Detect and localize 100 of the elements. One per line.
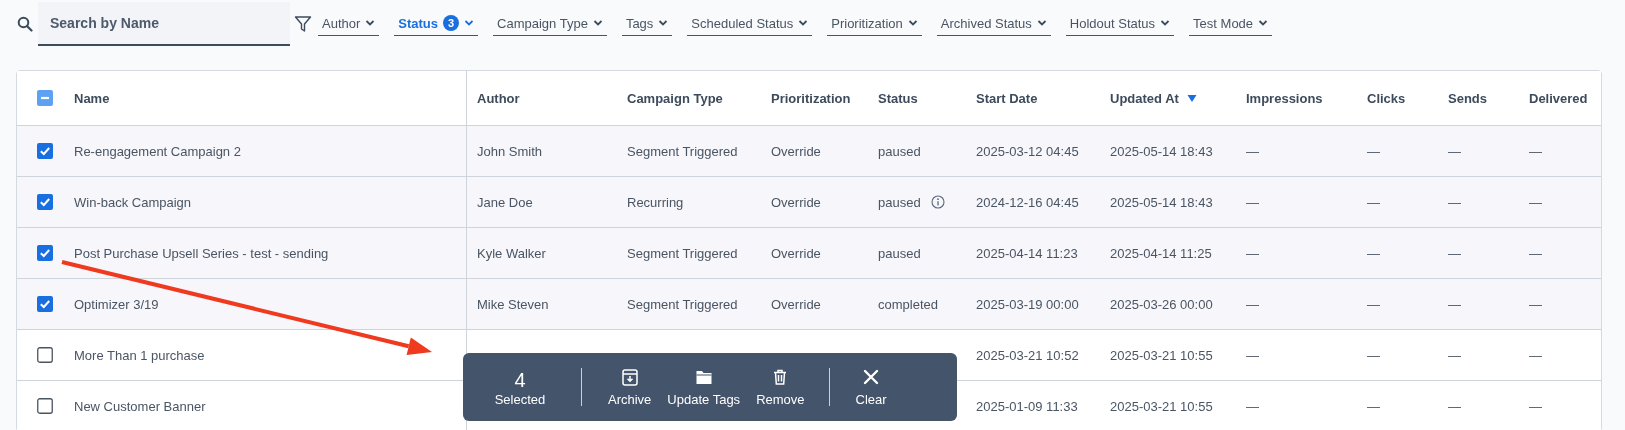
close-icon <box>862 367 881 386</box>
table-cell: 2025-01-09 11:33 <box>976 398 1078 414</box>
table-cell: Segment Triggered <box>627 296 738 312</box>
checkbox[interactable] <box>37 90 53 106</box>
table-cell: — <box>1246 347 1259 363</box>
campaign-name: Post Purchase Upsell Series - test - sending <box>74 245 329 261</box>
column-header[interactable]: Clicks <box>1367 90 1406 106</box>
table-cell: — <box>1448 245 1461 261</box>
table-cell: Segment Triggered <box>627 245 738 261</box>
filter-dropdown[interactable]: Tags <box>621 12 673 36</box>
search-icon <box>17 16 33 32</box>
table-cell: — <box>1367 143 1380 159</box>
checkbox[interactable] <box>37 245 53 261</box>
table-cell: — <box>1448 347 1461 363</box>
filter-icon <box>294 15 312 33</box>
filter-dropdown[interactable]: Scheduled Status <box>687 12 813 36</box>
table-cell: Override <box>771 143 821 159</box>
filter-dropdown[interactable]: Campaign Type <box>493 12 607 36</box>
campaign-name: Win-back Campaign <box>74 194 192 210</box>
column-header[interactable]: Sends <box>1448 90 1487 106</box>
table-cell: 2025-04-14 11:25 <box>1110 245 1212 261</box>
campaign-name: New Customer Banner <box>74 398 206 414</box>
checkbox[interactable] <box>37 398 53 414</box>
filter-dropdown[interactable]: Archived Status <box>936 12 1051 36</box>
table-cell: — <box>1529 194 1542 210</box>
table-cell: 2025-03-26 00:00 <box>1110 296 1213 312</box>
chevron-down-icon <box>798 19 809 27</box>
column-header[interactable]: Updated At <box>1110 90 1179 106</box>
table-cell: Kyle Walker <box>477 245 546 261</box>
column-header[interactable]: Prioritization <box>771 90 851 106</box>
table-cell: 2025-03-19 00:00 <box>976 296 1079 312</box>
campaign-name: Re-engagement Campaign 2 <box>74 143 241 159</box>
filter-dropdown[interactable]: Test Mode <box>1189 12 1273 36</box>
column-header[interactable]: Delivered <box>1529 90 1588 106</box>
campaign-name: Optimizer 3/19 <box>74 296 159 312</box>
table-row[interactable]: Re-engagement Campaign 2 John Smith Segment Triggered Override paused 2025-03-12 04:45 2025-05-14 18:43 — — — — <box>17 125 1601 176</box>
column-header[interactable]: Impressions <box>1246 90 1323 106</box>
column-header[interactable]: Start Date <box>976 90 1038 106</box>
table-cell: — <box>1367 347 1380 363</box>
column-header[interactable]: Name <box>74 90 110 106</box>
table-row[interactable]: Post Purchase Upsell Series - test - sending Kyle Walker Segment Triggered Override paused 2025-04-14 11:23 2025-04-14 11:25 — — — — <box>17 227 1601 278</box>
table-cell: — <box>1367 296 1380 312</box>
table-cell: Override <box>771 296 821 312</box>
action-button[interactable]: Update Tags <box>659 367 749 407</box>
clear-button[interactable]: Clear <box>847 367 895 407</box>
column-header[interactable]: Status <box>878 90 918 106</box>
filter-dropdown[interactable]: Status 3 <box>394 12 479 36</box>
table-cell: — <box>1246 194 1259 210</box>
filter-dropdown[interactable]: Author <box>318 12 380 36</box>
table-cell: 2024-12-16 04:45 <box>976 194 1079 210</box>
search-field[interactable]: Search by Name <box>38 2 290 46</box>
table-cell: Override <box>771 245 821 261</box>
table-cell: — <box>1529 347 1542 363</box>
table-cell: paused <box>878 143 921 159</box>
table-row[interactable]: Win-back Campaign Jane Doe Recurring Override paused 2024-12-16 04:45 2025-05-14 18:43 — — — — <box>17 176 1601 227</box>
table-cell: 2025-03-21 10:55 <box>1110 398 1213 414</box>
checkbox[interactable] <box>37 296 53 312</box>
filter-dropdown[interactable]: Prioritization <box>827 12 922 36</box>
table-cell: Override <box>771 194 821 210</box>
chevron-down-icon <box>592 19 603 27</box>
table-cell: Segment Triggered <box>627 143 738 159</box>
table-cell: Mike Steven <box>477 296 549 312</box>
chevron-down-icon <box>365 19 376 27</box>
table-cell: Jane Doe <box>477 194 533 210</box>
table-cell: — <box>1448 143 1461 159</box>
checkbox[interactable] <box>37 194 53 210</box>
archive-box-icon <box>620 367 639 386</box>
selected-label: Selected <box>494 391 546 407</box>
table-cell: — <box>1529 398 1542 414</box>
chevron-down-icon <box>1258 19 1269 27</box>
chevron-down-icon <box>1160 19 1171 27</box>
column-header[interactable]: Author <box>477 90 520 106</box>
table-cell: — <box>1367 245 1380 261</box>
table-cell: 2025-03-21 10:55 <box>1110 347 1213 363</box>
table-cell: 2025-03-12 04:45 <box>976 143 1079 159</box>
table-cell: — <box>1529 296 1542 312</box>
table-cell: John Smith <box>477 143 543 159</box>
table-cell: — <box>1246 398 1259 414</box>
table-cell: — <box>1529 245 1542 261</box>
chevron-down-icon <box>658 19 669 27</box>
action-button[interactable]: Archive <box>600 367 660 407</box>
selected-count: 4 <box>514 367 526 392</box>
checkbox[interactable] <box>37 143 53 159</box>
table-cell: — <box>1367 398 1380 414</box>
table-cell: — <box>1448 296 1461 312</box>
table-cell: 2025-04-14 11:23 <box>976 245 1078 261</box>
count-badge: 3 <box>443 15 460 31</box>
table-cell: — <box>1448 398 1461 414</box>
action-button[interactable]: Remove <box>748 367 813 407</box>
table-row[interactable]: Optimizer 3/19 Mike Steven Segment Triggered Override completed 2025-03-19 00:00 2025-03-26 00:00 — — — — <box>17 278 1601 329</box>
table-cell: — <box>1448 194 1461 210</box>
filter-dropdown[interactable]: Holdout Status <box>1065 12 1175 36</box>
table-cell: — <box>1246 143 1259 159</box>
table-cell: 2025-05-14 18:43 <box>1110 194 1213 210</box>
checkbox[interactable] <box>37 347 53 363</box>
chevron-down-icon <box>464 19 475 27</box>
table-cell: — <box>1529 143 1542 159</box>
table-cell: 2025-05-14 18:43 <box>1110 143 1213 159</box>
table-cell: paused <box>878 194 921 210</box>
column-header[interactable]: Campaign Type <box>627 90 723 106</box>
